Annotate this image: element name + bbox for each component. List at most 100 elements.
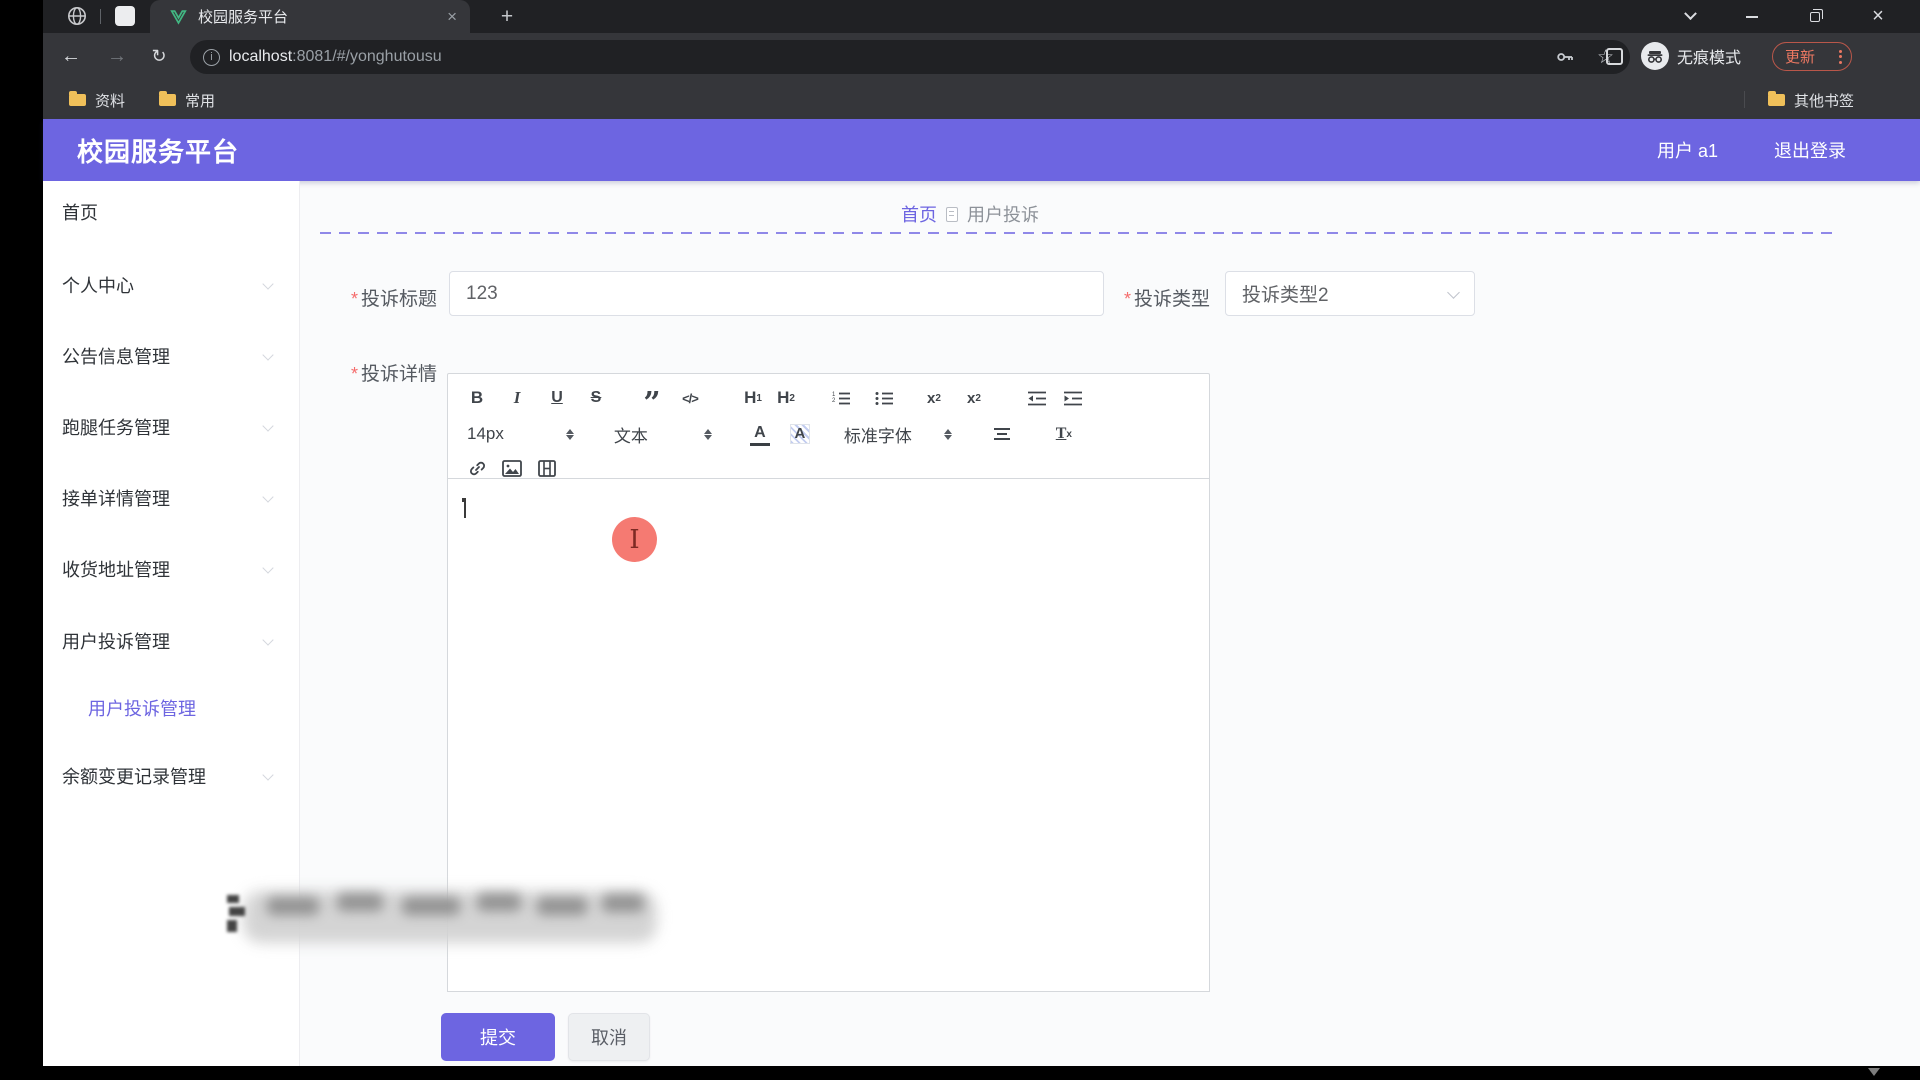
url-text[interactable]: localhost:8081/#/yonghutousu bbox=[229, 48, 442, 66]
new-tab-button[interactable]: + bbox=[495, 5, 519, 29]
logout-link[interactable]: 退出登录 bbox=[1774, 137, 1846, 163]
font-family-picker[interactable]: 标准字体 bbox=[844, 422, 912, 446]
app-header: 校园服务平台 用户 a1 退出登录 bbox=[43, 119, 1920, 181]
update-button[interactable]: 更新 bbox=[1772, 42, 1852, 71]
svg-text:2: 2 bbox=[832, 398, 836, 404]
back-icon[interactable]: ← bbox=[57, 42, 85, 70]
kebab-menu-icon[interactable] bbox=[1839, 50, 1842, 64]
underline-button[interactable]: U bbox=[547, 386, 567, 410]
other-bookmarks-label: 其他书签 bbox=[1794, 90, 1854, 111]
sidebar-item-label: 接单详情管理 bbox=[62, 485, 170, 511]
square-pinned-icon[interactable] bbox=[115, 6, 135, 26]
h1-button[interactable]: H1 bbox=[743, 386, 763, 410]
url-host: localhost bbox=[229, 48, 292, 65]
breadcrumb-home-link[interactable]: 首页 bbox=[901, 201, 937, 227]
minimize-icon[interactable] bbox=[1729, 0, 1775, 33]
editor-content[interactable] bbox=[447, 479, 1210, 992]
address-bar[interactable]: i localhost:8081/#/yonghutousu ☆ bbox=[190, 40, 1630, 74]
sidebar-item-announcement-mgmt[interactable]: 公告信息管理 bbox=[43, 344, 300, 368]
dashed-divider bbox=[320, 232, 1835, 234]
complaint-type-select[interactable]: 投诉类型2 bbox=[1225, 271, 1475, 316]
bold-button[interactable]: B bbox=[467, 386, 487, 410]
sidebar-item-address-mgmt[interactable]: 收货地址管理 bbox=[43, 557, 300, 581]
complaint-title-input[interactable] bbox=[449, 271, 1104, 316]
header-user[interactable]: 用户 a1 bbox=[1657, 137, 1718, 163]
bookmark-label: 常用 bbox=[185, 90, 215, 111]
forward-icon[interactable]: → bbox=[103, 42, 131, 70]
globe-pinned-icon[interactable] bbox=[66, 5, 88, 27]
bookmark-folder-changyong[interactable]: 常用 bbox=[150, 88, 215, 112]
scroll-down-arrow-icon[interactable] bbox=[1868, 1068, 1880, 1076]
image-button[interactable] bbox=[502, 456, 522, 480]
tab-close-icon[interactable]: × bbox=[447, 8, 457, 25]
folder-icon bbox=[1768, 94, 1785, 106]
sidebar-item-errand-task-mgmt[interactable]: 跑腿任务管理 bbox=[43, 415, 300, 439]
text-caret bbox=[464, 498, 466, 518]
chevron-icon bbox=[262, 278, 273, 289]
browser-window: 校园服务平台 × + × ← → ↻ i localhost:8081/#/yo… bbox=[43, 0, 1920, 1066]
chevron-icon bbox=[262, 349, 273, 360]
link-button[interactable] bbox=[467, 456, 487, 480]
tab-separator bbox=[100, 9, 101, 24]
sidebar-subitem-complaint-mgmt[interactable]: 用户投诉管理 bbox=[43, 696, 300, 720]
code-button[interactable]: </> bbox=[680, 386, 700, 410]
bookmark-folder-ziliao[interactable]: 资料 bbox=[60, 88, 125, 112]
window-menu-chevron-icon[interactable] bbox=[1667, 0, 1713, 33]
editor-toolbar: B I U S ” </> H1 H2 12 bbox=[447, 373, 1210, 479]
video-button[interactable] bbox=[537, 456, 557, 480]
sidebar-item-complaint-mgmt[interactable]: 用户投诉管理 bbox=[43, 629, 300, 653]
chevron-icon bbox=[262, 769, 273, 780]
outdent-button[interactable] bbox=[1027, 386, 1047, 410]
vue-favicon bbox=[170, 9, 187, 25]
sidebar-item-order-detail-mgmt[interactable]: 接单详情管理 bbox=[43, 486, 300, 510]
sidebar-item-balance-record-mgmt[interactable]: 余额变更记录管理 bbox=[43, 764, 300, 788]
stepper-icon[interactable] bbox=[566, 429, 574, 440]
chevron-icon bbox=[262, 420, 273, 431]
content-area: 首页 用户投诉 *投诉标题 *投诉类型 投诉类型2 *投诉详情 bbox=[300, 181, 1920, 1066]
stepper-icon[interactable] bbox=[944, 429, 952, 440]
bookmarks-separator bbox=[1744, 91, 1745, 108]
bullet-list-button[interactable] bbox=[874, 386, 894, 410]
required-mark: * bbox=[351, 364, 358, 384]
side-panel-icon[interactable] bbox=[1606, 48, 1623, 65]
sidebar-item-home[interactable]: 首页 bbox=[43, 200, 300, 224]
active-tab[interactable]: 校园服务平台 × bbox=[150, 0, 470, 33]
sidebar: 首页 个人中心 公告信息管理 跑腿任务管理 接单详情管理 收货地址管理 用户投诉… bbox=[43, 181, 300, 1066]
ordered-list-button[interactable]: 12 bbox=[831, 386, 851, 410]
chevron-down-icon bbox=[1447, 286, 1460, 299]
document-icon bbox=[946, 207, 958, 222]
highlight-color-button[interactable]: A bbox=[790, 424, 810, 444]
reload-icon[interactable]: ↻ bbox=[145, 42, 173, 70]
italic-button[interactable]: I bbox=[507, 386, 527, 410]
blockquote-button[interactable]: ” bbox=[642, 392, 662, 416]
chevron-icon bbox=[262, 562, 273, 573]
font-size-picker[interactable]: 14px bbox=[467, 422, 504, 446]
key-icon[interactable] bbox=[1555, 47, 1575, 67]
submit-button[interactable]: 提交 bbox=[441, 1013, 555, 1061]
indent-button[interactable] bbox=[1063, 386, 1083, 410]
cancel-button[interactable]: 取消 bbox=[568, 1013, 650, 1061]
url-path: :8081/#/yonghutousu bbox=[292, 48, 441, 65]
subscript-button[interactable]: x2 bbox=[924, 386, 944, 410]
sidebar-item-label: 公告信息管理 bbox=[62, 343, 170, 369]
sidebar-item-personal-center[interactable]: 个人中心 bbox=[43, 273, 300, 297]
h2-button[interactable]: H2 bbox=[776, 386, 796, 410]
close-icon[interactable]: × bbox=[1855, 0, 1901, 33]
text-style-picker[interactable]: 文本 bbox=[614, 422, 648, 446]
other-bookmarks-button[interactable]: 其他书签 bbox=[1759, 88, 1854, 112]
select-value: 投诉类型2 bbox=[1242, 280, 1329, 307]
superscript-button[interactable]: x2 bbox=[964, 386, 984, 410]
maximize-icon[interactable] bbox=[1792, 0, 1838, 33]
clear-format-button[interactable]: Tx bbox=[1054, 422, 1074, 446]
text-color-button[interactable]: A bbox=[750, 422, 770, 446]
page-viewport: 校园服务平台 用户 a1 退出登录 首页 个人中心 公告信息管理 跑腿任务管理 … bbox=[43, 119, 1920, 1066]
incognito-icon bbox=[1641, 42, 1669, 70]
incognito-label: 无痕模式 bbox=[1677, 44, 1741, 68]
main-area: 首页 个人中心 公告信息管理 跑腿任务管理 接单详情管理 收货地址管理 用户投诉… bbox=[43, 181, 1920, 1066]
breadcrumb-current: 用户投诉 bbox=[967, 201, 1039, 227]
sidebar-item-label: 跑腿任务管理 bbox=[62, 414, 170, 440]
strike-button[interactable]: S bbox=[586, 386, 606, 410]
align-button[interactable] bbox=[992, 422, 1012, 446]
info-icon[interactable]: i bbox=[203, 49, 220, 66]
stepper-icon[interactable] bbox=[704, 429, 712, 440]
